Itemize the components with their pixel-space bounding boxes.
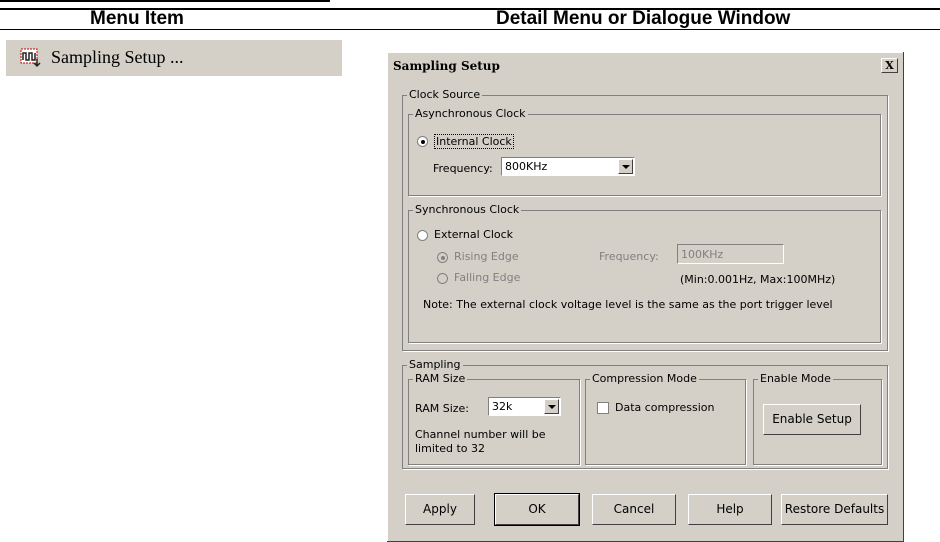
async-clock-group: Asynchronous Clock <box>408 108 881 196</box>
external-clock-radio[interactable] <box>417 230 428 241</box>
data-compression-checkbox[interactable] <box>597 402 609 414</box>
ram-note-line2: limited to 32 <box>415 442 485 455</box>
async-clock-legend: Asynchronous Clock <box>415 107 526 120</box>
compression-mode-group: Compression Mode <box>585 373 746 465</box>
compression-mode-legend: Compression Mode <box>592 372 697 385</box>
rising-edge-label: Rising Edge <box>454 250 519 263</box>
menu-item-label: Sampling Setup ... <box>51 47 184 67</box>
dialog-title: Sampling Setup <box>393 59 500 73</box>
ram-size-select[interactable]: 32k <box>488 397 561 416</box>
chevron-down-icon[interactable] <box>544 399 559 414</box>
sync-clock-legend: Synchronous Clock <box>415 203 520 216</box>
ram-size-legend: RAM Size <box>415 372 466 385</box>
frequency-range: (Min:0.001Hz, Max:100MHz) <box>680 273 836 286</box>
ram-size-value: 32k <box>492 400 513 413</box>
chevron-down-icon[interactable] <box>618 159 633 174</box>
data-compression-label[interactable]: Data compression <box>615 401 715 414</box>
ext-frequency-input[interactable]: 100KHz <box>677 244 784 264</box>
frequency-value: 800KHz <box>505 160 548 173</box>
frequency-label: Frequency: <box>433 162 493 175</box>
cancel-button[interactable]: Cancel <box>592 494 676 525</box>
frequency-select[interactable]: 800KHz <box>501 157 635 176</box>
top-rule <box>0 0 330 2</box>
ext-frequency-value: 100KHz <box>681 248 724 261</box>
apply-button[interactable]: Apply <box>405 494 475 525</box>
external-clock-note: Note: The external clock voltage level i… <box>423 298 833 311</box>
ram-size-label: RAM Size: <box>415 402 469 415</box>
ext-frequency-label: Frequency: <box>599 250 659 263</box>
ram-note-line1: Channel number will be <box>415 428 546 441</box>
clock-source-legend: Clock Source <box>409 88 481 101</box>
menu-item-sampling-setup[interactable]: Sampling Setup ... <box>6 40 342 76</box>
falling-edge-label: Falling Edge <box>454 271 521 284</box>
falling-edge-radio[interactable] <box>437 273 448 284</box>
help-button[interactable]: Help <box>688 494 772 525</box>
restore-defaults-button[interactable]: Restore Defaults <box>781 494 888 525</box>
close-button[interactable]: X <box>881 58 898 73</box>
internal-clock-label[interactable]: Internal Clock <box>434 134 514 149</box>
sampling-setup-dialog: Sampling Setup X Clock Source Asynchrono… <box>387 52 904 542</box>
rising-edge-radio[interactable] <box>437 252 448 263</box>
internal-clock-radio[interactable] <box>417 136 428 147</box>
ok-button[interactable]: OK <box>494 493 580 526</box>
enable-mode-legend: Enable Mode <box>760 372 831 385</box>
column-header-menu-item: Menu Item <box>90 8 184 29</box>
external-clock-label[interactable]: External Clock <box>434 228 513 241</box>
sampling-legend: Sampling <box>409 358 461 371</box>
enable-setup-button[interactable]: Enable Setup <box>763 404 861 435</box>
dialog-titlebar: Sampling Setup X <box>391 56 900 76</box>
sampling-setup-icon <box>20 48 41 68</box>
column-header-detail: Detail Menu or Dialogue Window <box>496 8 791 29</box>
